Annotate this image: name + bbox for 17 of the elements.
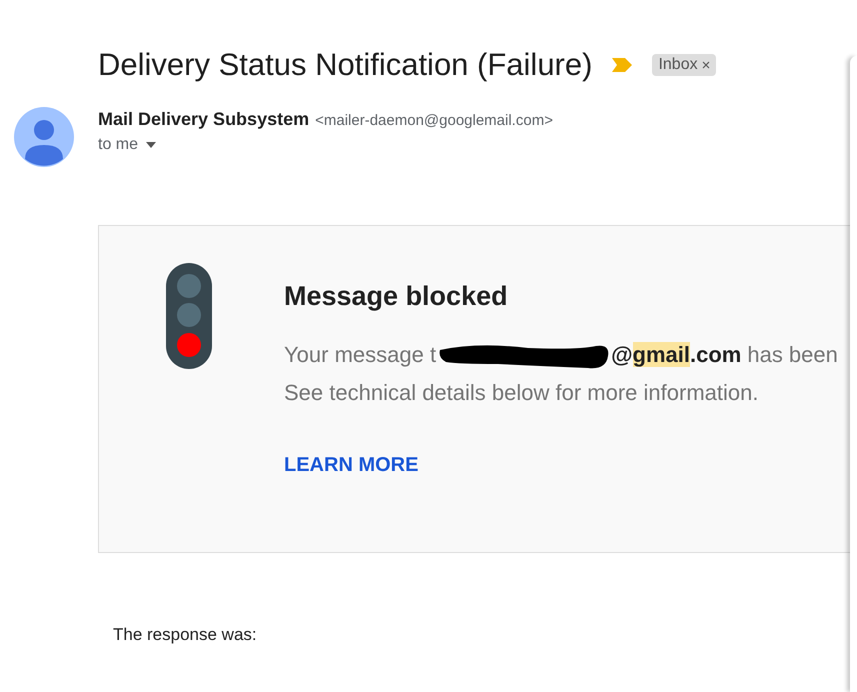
- recipient-domain: @gmail.com: [611, 342, 742, 368]
- sender-address: <mailer-daemon@googlemail.com>: [315, 112, 553, 129]
- message-text: Your message t: [284, 342, 436, 368]
- response-label: The response was:: [113, 625, 258, 645]
- remove-label-button[interactable]: ×: [702, 56, 710, 74]
- avatar-icon: [14, 107, 74, 167]
- label-text: Inbox: [658, 56, 698, 74]
- card-title: Message blocked: [284, 281, 509, 312]
- importance-marker-icon[interactable]: [612, 58, 632, 72]
- message-text: See technical details below for more information.: [284, 380, 760, 406]
- caret-icon: [146, 142, 156, 148]
- sender-name: Mail Delivery Subsystem: [98, 109, 310, 130]
- traffic-light-icon: [166, 263, 212, 369]
- email-subject: Delivery Status Notification (Failure): [98, 47, 592, 83]
- message-text: has been: [747, 342, 838, 368]
- learn-more-link[interactable]: LEARN MORE: [284, 454, 418, 477]
- recipient-details-button[interactable]: to me: [98, 136, 553, 154]
